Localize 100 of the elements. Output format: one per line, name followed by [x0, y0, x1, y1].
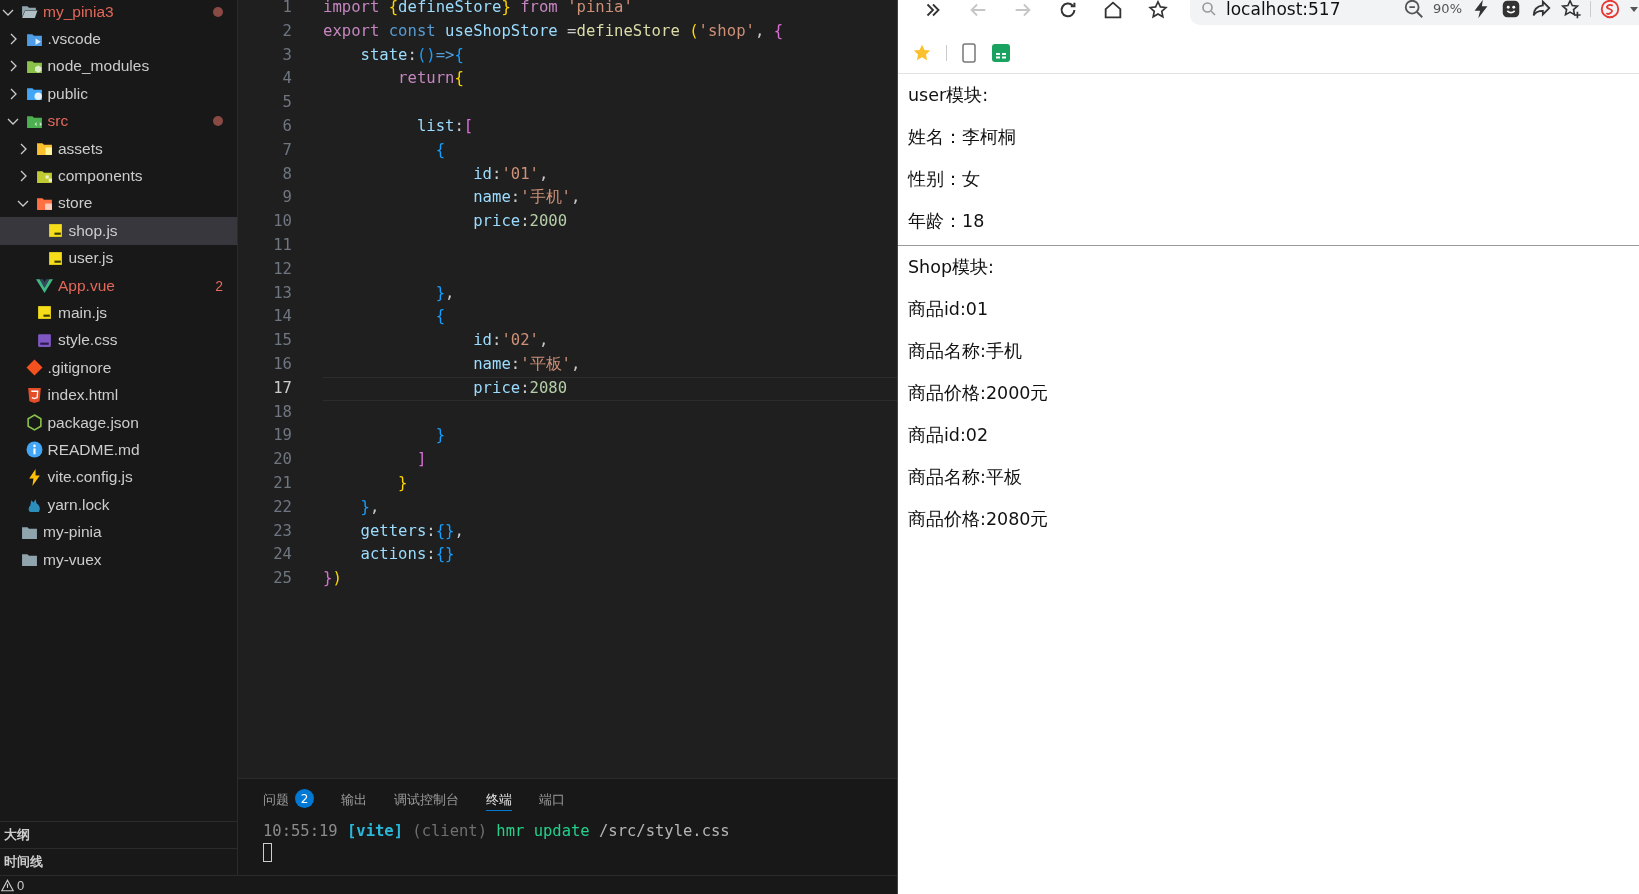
code-line: name:'手机',: [472, 188, 581, 207]
code-line: }): [323, 569, 342, 588]
line-number: 23: [272, 520, 292, 542]
line-number: 22: [272, 496, 292, 518]
tree-item[interactable]: .vscode: [0, 25, 237, 53]
code-line: price:2080: [472, 378, 568, 397]
smiley-icon: [1500, 0, 1522, 20]
line-number: 6: [281, 116, 292, 137]
zoom-level[interactable]: 90%: [1433, 1, 1462, 16]
tree-item[interactable]: README.md: [0, 436, 237, 464]
tree-item[interactable]: user.js: [0, 244, 237, 272]
panel-tab[interactable]: 终端: [486, 789, 512, 811]
code-line: export const useShopStore =defineStore ('shop', {: [323, 21, 784, 40]
line-number: 10: [272, 211, 292, 233]
tree-item[interactable]: App.vue 2: [0, 271, 237, 300]
panel-tab[interactable]: 输出: [341, 789, 367, 811]
line-number: 16: [272, 353, 292, 375]
page-text: 年龄：18: [908, 211, 985, 231]
folder-icon: [36, 140, 53, 158]
tree-item[interactable]: my-pinia: [0, 518, 237, 546]
code-line: ]: [415, 450, 427, 469]
code-line: }: [397, 473, 408, 492]
tree-item[interactable]: src: [0, 107, 237, 135]
code-line: {: [434, 307, 446, 326]
line-number: 9: [281, 187, 292, 209]
tree-item[interactable]: vite.config.js: [0, 463, 237, 492]
search-icon: [1200, 0, 1218, 18]
warning-icon: [1, 878, 14, 892]
file-icon: [36, 304, 53, 322]
tree-item[interactable]: shop.js: [0, 217, 237, 245]
tree-item[interactable]: style.css: [0, 326, 237, 355]
code-line: price:2000: [472, 212, 568, 231]
terminal-cursor: [263, 843, 272, 862]
line-number: 5: [281, 92, 292, 114]
code-line: import {defineStore} from 'pinia': [323, 0, 633, 16]
line-number: 15: [272, 330, 292, 352]
page-text: 商品id:01: [908, 299, 989, 319]
line-number: 3: [281, 44, 292, 66]
modified-dot-icon: [213, 116, 223, 127]
page-text: 商品价格:2080元: [908, 509, 1049, 529]
code-line: list:[: [415, 117, 474, 135]
code-line: id:'02',: [472, 331, 549, 350]
page-text: 姓名：李柯桐: [908, 127, 1016, 147]
code-line: state:()=>{: [359, 45, 464, 64]
address-bar[interactable]: localhost:517 90%: [1190, 0, 1639, 25]
tree-item[interactable]: my-vuex: [0, 545, 237, 574]
file-icon: [46, 249, 64, 267]
line-number: 18: [272, 401, 292, 423]
tree-item[interactable]: node_modules: [0, 52, 237, 81]
panel-tab[interactable]: 问题 2: [263, 789, 314, 811]
hexagon-icon: [25, 414, 43, 432]
tree-item[interactable]: store: [0, 189, 237, 218]
folder-icon: [25, 85, 43, 103]
tree-item[interactable]: yarn.lock: [0, 491, 237, 519]
file-icon: [46, 222, 64, 240]
line-number: 17: [272, 377, 292, 399]
code-line: name:'平板',: [472, 354, 581, 373]
section-header[interactable]: 时间线: [4, 853, 43, 871]
page-text: 商品id:02: [908, 425, 989, 445]
shield-icon: [25, 386, 43, 404]
code-line: id:'01',: [472, 164, 549, 183]
page-text: 性别：女: [908, 169, 980, 189]
modified-dot-icon: [213, 6, 223, 17]
tree-item[interactable]: package.json: [0, 408, 237, 437]
line-number: 12: [272, 258, 292, 280]
info-icon: [25, 441, 43, 459]
code-line: getters:{},: [359, 521, 464, 540]
panel-tab[interactable]: 调试控制台: [394, 789, 459, 811]
diamond-icon: [25, 359, 43, 377]
star-plus-icon: [1560, 0, 1582, 20]
panel-tab[interactable]: 端口: [539, 789, 565, 811]
line-number: 8: [281, 163, 292, 185]
line-number: 1: [281, 0, 292, 18]
tree-item[interactable]: index.html: [0, 381, 237, 409]
tree-item[interactable]: .gitignore: [0, 354, 237, 382]
page-text: 商品名称:手机: [908, 341, 1022, 361]
line-number: 20: [272, 449, 292, 471]
section-header[interactable]: 大纲: [4, 826, 30, 844]
code-line: actions:{}: [359, 545, 455, 564]
folder-icon: [21, 551, 38, 568]
tree-item[interactable]: public: [0, 80, 237, 108]
code-line: },: [359, 497, 380, 516]
code-line: }: [434, 426, 446, 445]
tree-item[interactable]: components: [0, 162, 237, 190]
code-line: return{: [397, 69, 464, 88]
circle-logo-icon: [1599, 0, 1621, 20]
page-text: 商品价格:2000元: [908, 383, 1049, 403]
page-text: user模块:: [908, 85, 989, 105]
file-icon: [36, 331, 53, 349]
page-text: 商品名称:平板: [908, 467, 1022, 487]
page-text: Shop模块:: [908, 257, 994, 277]
line-number: 24: [272, 544, 292, 566]
tree-item[interactable]: main.js: [0, 299, 237, 327]
line-number: 14: [272, 306, 292, 328]
line-number: 2: [281, 20, 292, 42]
tree-item[interactable]: my_pinia3: [0, 0, 237, 26]
line-number: 19: [272, 425, 292, 447]
tree-item[interactable]: assets: [0, 134, 237, 163]
warning-count[interactable]: 0: [17, 877, 25, 893]
spreadsheet-icon: [991, 43, 1011, 63]
